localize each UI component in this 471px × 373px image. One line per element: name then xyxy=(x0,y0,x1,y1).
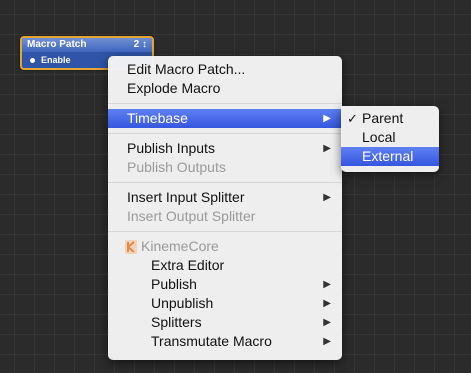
submenu-item-local[interactable]: Local xyxy=(341,128,439,147)
submenu-item-parent[interactable]: ✓ Parent xyxy=(341,109,439,128)
menu-item-publish-inputs[interactable]: Publish Inputs ▶ xyxy=(108,139,342,158)
checkmark-icon: ✓ xyxy=(347,111,358,126)
menu-item-label: Publish xyxy=(151,276,197,292)
patch-count: 2 ↕ xyxy=(133,39,147,50)
kineme-logo-icon xyxy=(125,239,137,254)
timebase-submenu: ✓ Parent Local External xyxy=(341,106,439,172)
port-dot-icon[interactable] xyxy=(30,57,35,63)
menu-separator xyxy=(108,231,342,232)
menu-item-label: Edit Macro Patch... xyxy=(127,61,246,77)
menu-item-explode-macro[interactable]: Explode Macro xyxy=(108,79,342,98)
menu-item-publish-outputs: Publish Outputs xyxy=(108,158,342,177)
submenu-item-external[interactable]: External xyxy=(341,147,439,166)
menu-item-label: Publish Outputs xyxy=(127,159,226,175)
port-label: Enable xyxy=(41,55,71,65)
menu-item-label: Insert Input Splitter xyxy=(127,189,245,205)
menu-item-label: Splitters xyxy=(151,314,202,330)
section-title: KinemeCore xyxy=(141,238,219,254)
menu-item-label: Unpublish xyxy=(151,295,214,311)
menu-item-label: Explode Macro xyxy=(127,80,221,96)
menu-item-edit-macro[interactable]: Edit Macro Patch... xyxy=(108,60,342,79)
menu-item-label: Timebase xyxy=(127,110,188,126)
menu-item-transmutate-macro[interactable]: Transmutate Macro ▶ xyxy=(108,332,342,351)
submenu-arrow-icon: ▶ xyxy=(323,317,331,328)
submenu-arrow-icon: ▶ xyxy=(323,143,331,154)
menu-item-timebase[interactable]: Timebase ▶ xyxy=(108,109,342,128)
menu-item-insert-input-splitter[interactable]: Insert Input Splitter ▶ xyxy=(108,188,342,207)
submenu-arrow-icon: ▶ xyxy=(323,298,331,309)
menu-item-extra-editor[interactable]: Extra Editor xyxy=(108,256,342,275)
submenu-arrow-icon: ▶ xyxy=(323,113,331,124)
menu-item-label: Insert Output Splitter xyxy=(127,208,256,224)
menu-item-unpublish[interactable]: Unpublish ▶ xyxy=(108,294,342,313)
menu-separator xyxy=(108,103,342,104)
menu-separator xyxy=(108,133,342,134)
submenu-item-label: Local xyxy=(362,129,396,145)
submenu-item-label: External xyxy=(362,148,414,164)
menu-item-splitters[interactable]: Splitters ▶ xyxy=(108,313,342,332)
submenu-arrow-icon: ▶ xyxy=(323,279,331,290)
patch-header[interactable]: Macro Patch 2 ↕ xyxy=(22,38,152,52)
patch-title: Macro Patch xyxy=(27,39,87,50)
menu-item-label: Transmutate Macro xyxy=(151,333,272,349)
menu-item-label: Publish Inputs xyxy=(127,140,215,156)
menu-section-kinemecore: KinemeCore xyxy=(108,237,342,256)
menu-separator xyxy=(108,182,342,183)
submenu-item-label: Parent xyxy=(362,110,404,126)
menu-item-insert-output-splitter: Insert Output Splitter xyxy=(108,207,342,226)
context-menu: Edit Macro Patch... Explode Macro Timeba… xyxy=(108,56,342,360)
submenu-arrow-icon: ▶ xyxy=(323,336,331,347)
menu-item-publish[interactable]: Publish ▶ xyxy=(108,275,342,294)
menu-item-label: Extra Editor xyxy=(151,257,225,273)
submenu-arrow-icon: ▶ xyxy=(323,192,331,203)
